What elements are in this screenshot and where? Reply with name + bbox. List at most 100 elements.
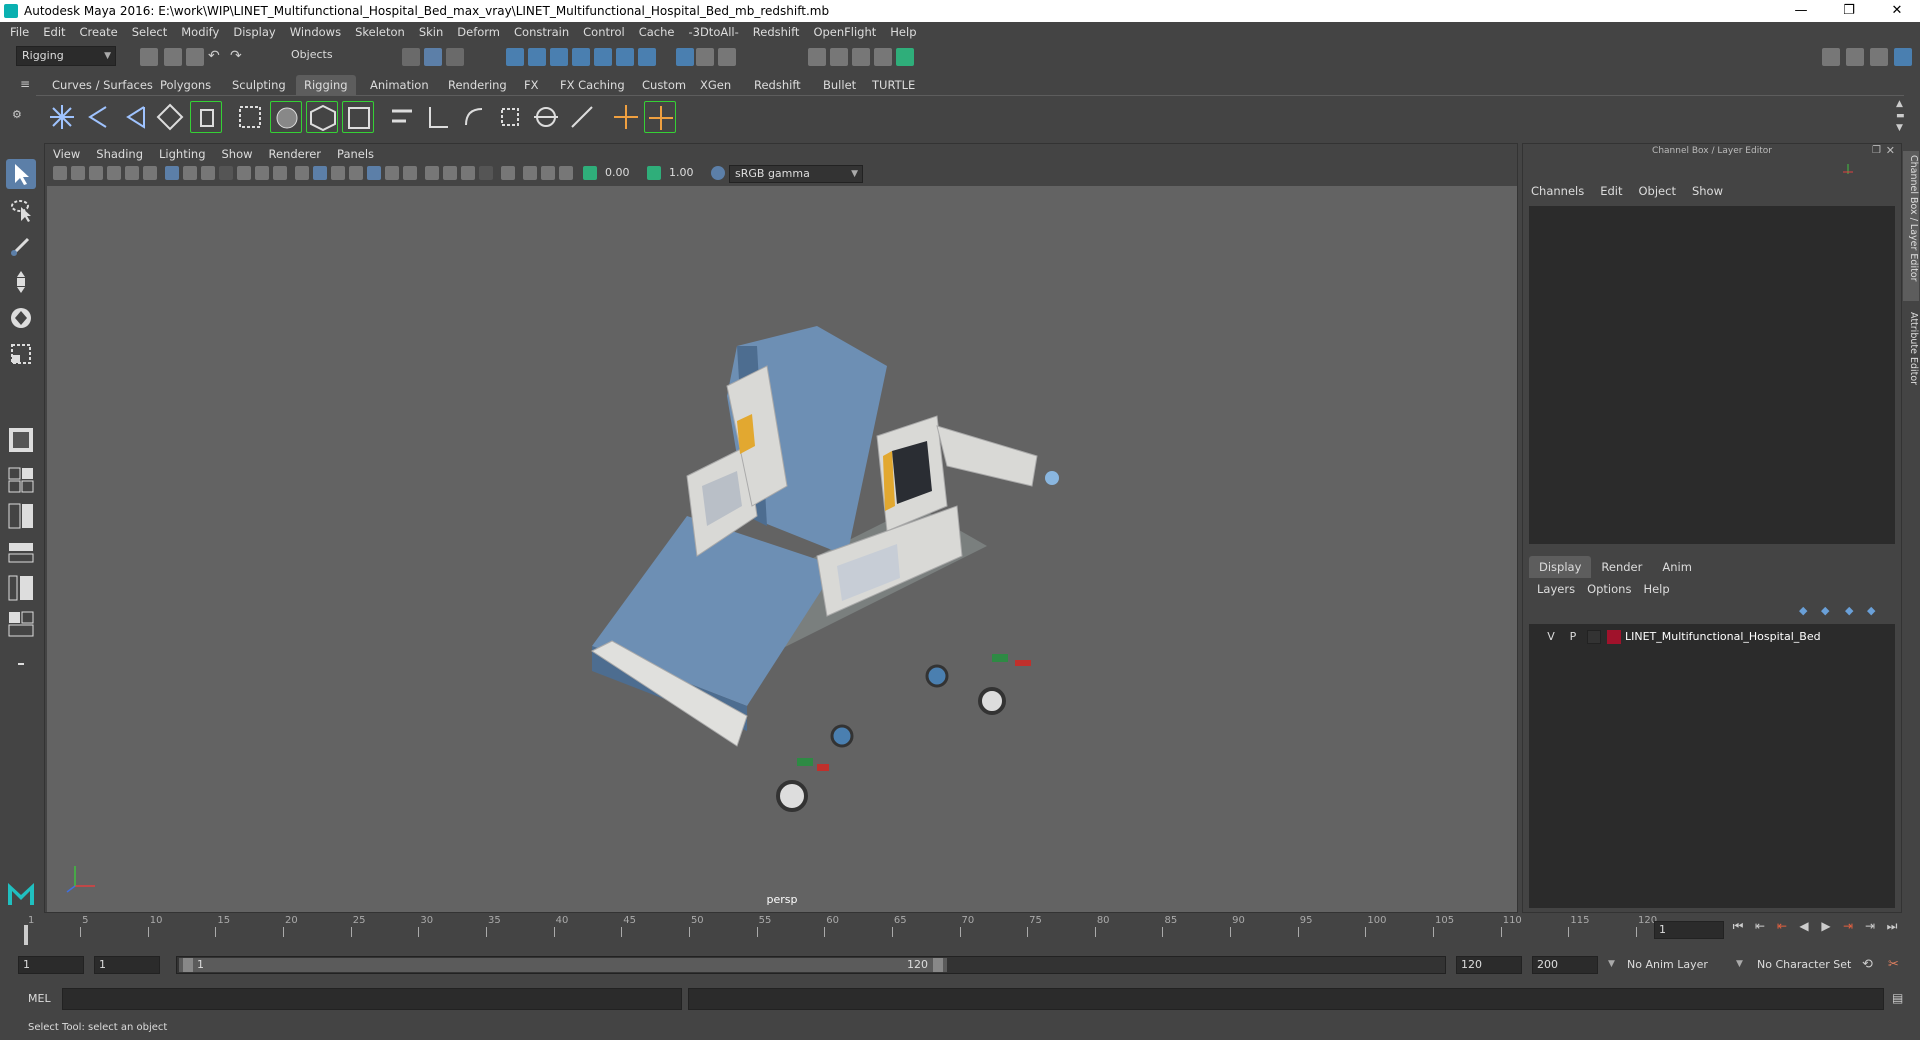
menu-openflight[interactable]: OpenFlight [806, 22, 883, 42]
layer-playback-toggle[interactable]: P [1565, 628, 1581, 646]
hypershade-icon[interactable] [896, 48, 914, 66]
viewport-canvas[interactable]: persp [47, 186, 1517, 912]
select-tool-icon[interactable] [6, 159, 36, 189]
channel-box-area[interactable] [1529, 206, 1895, 544]
tab-attribute-editor[interactable]: Attribute Editor [1903, 308, 1919, 418]
tab-channel-box[interactable]: Channel Box / Layer Editor [1903, 151, 1919, 301]
render-view-icon[interactable] [808, 48, 826, 66]
layout-graph-icon[interactable] [6, 573, 36, 603]
close-panel-icon[interactable]: ✕ [1886, 144, 1895, 157]
toolbox-options-icon[interactable] [6, 649, 36, 679]
channel-box-menu-show[interactable]: Show [1692, 184, 1723, 198]
menu-windows[interactable]: Windows [283, 22, 348, 42]
range-start-handle[interactable] [183, 958, 193, 972]
orient-constraint-icon[interactable] [458, 101, 490, 133]
pole-vector-icon[interactable] [566, 101, 598, 133]
menu-control[interactable]: Control [576, 22, 632, 42]
image-plane-icon[interactable] [107, 166, 121, 180]
mirror-joint-icon[interactable] [154, 101, 186, 133]
point-constraint-icon[interactable] [386, 101, 418, 133]
screen-space-ao-icon[interactable] [425, 166, 439, 180]
rotate-tool-icon[interactable] [6, 303, 36, 333]
menu-create[interactable]: Create [73, 22, 125, 42]
shadows-icon[interactable] [403, 166, 417, 180]
symmetry-icon[interactable] [676, 48, 694, 66]
viewport-menu-view[interactable]: View [45, 144, 88, 164]
safe-title-icon[interactable] [273, 166, 287, 180]
shelf-tab-sculpting[interactable]: Sculpting [224, 75, 294, 95]
camera-select-icon[interactable] [53, 166, 67, 180]
modeling-toolkit-icon[interactable] [1822, 48, 1840, 66]
command-input[interactable] [62, 988, 682, 1010]
layer-tab-anim[interactable]: Anim [1652, 556, 1702, 578]
2d-pan-zoom-icon[interactable] [125, 166, 139, 180]
tool-settings-toggle-icon[interactable] [1870, 48, 1888, 66]
close-button[interactable]: ✕ [1874, 0, 1920, 22]
lock-icon[interactable] [696, 48, 714, 66]
render-frame-icon[interactable] [830, 48, 848, 66]
layout-custom-icon[interactable] [6, 609, 36, 639]
menu-edit[interactable]: Edit [36, 22, 72, 42]
layer-visibility-toggle[interactable]: V [1543, 628, 1559, 646]
playback-start-field[interactable]: 1 [94, 956, 160, 974]
lattice-icon[interactable] [234, 101, 266, 133]
locator-icon[interactable] [610, 101, 642, 133]
shelf-tab-xgen[interactable]: XGen [692, 75, 739, 95]
undo-icon[interactable]: ↶ [208, 48, 226, 66]
viewport-menu-shading[interactable]: Shading [88, 144, 151, 164]
menu-select[interactable]: Select [125, 22, 174, 42]
snap-live-icon[interactable] [616, 48, 634, 66]
color-management-icon[interactable] [711, 166, 725, 180]
character-set-dropdown[interactable]: No Character Set [1752, 956, 1872, 976]
depth-of-field-icon[interactable] [479, 166, 493, 180]
layer-name[interactable]: LINET_Multifunctional_Hospital_Bed [1625, 628, 1821, 646]
color-space-dropdown[interactable]: sRGB gamma ▼ [729, 165, 863, 183]
step-back-key-icon[interactable]: ⇤ [1752, 918, 1768, 934]
shelf-tab-rendering[interactable]: Rendering [440, 75, 515, 95]
show-manipulators-icon[interactable] [1841, 162, 1855, 176]
menu-constrain[interactable]: Constrain [507, 22, 576, 42]
gamma-icon[interactable] [647, 166, 661, 180]
layout-outliner-icon[interactable] [6, 537, 36, 567]
menu-redshift[interactable]: Redshift [746, 22, 807, 42]
film-gate-icon[interactable] [183, 166, 197, 180]
layout-two-icon[interactable] [6, 501, 36, 531]
select-object-icon[interactable] [424, 48, 442, 66]
xray-active-icon[interactable] [541, 166, 555, 180]
grid-toggle-icon[interactable] [165, 166, 179, 180]
shelf-scroll-icon[interactable]: ▲ ▬ ▼ [1896, 98, 1905, 134]
cluster-icon[interactable] [270, 101, 302, 133]
open-scene-icon[interactable] [164, 48, 182, 66]
snap-view-icon[interactable] [594, 48, 612, 66]
menu-3dtoall[interactable]: -3DtoAll- [681, 22, 745, 42]
channel-box-toggle-icon[interactable] [1894, 48, 1912, 66]
channel-box-menu-channels[interactable]: Channels [1531, 184, 1584, 198]
lasso-tool-icon[interactable] [6, 195, 36, 225]
go-to-end-icon[interactable]: ⏭ [1884, 918, 1900, 934]
xray-joints-icon[interactable] [559, 166, 573, 180]
shelf-tab-fx-caching[interactable]: FX Caching [552, 75, 633, 95]
blend-shape-icon[interactable] [342, 101, 374, 133]
command-language-label[interactable]: MEL [28, 992, 51, 1005]
save-scene-icon[interactable] [186, 48, 204, 66]
range-slider[interactable]: 1 120 [176, 956, 1446, 974]
joint-tool-icon[interactable] [46, 101, 78, 133]
step-forward-frame-icon[interactable]: ⇥ [1840, 918, 1856, 934]
default-material-icon[interactable] [331, 166, 345, 180]
paint-select-icon[interactable] [6, 231, 36, 261]
viewport-menu-panels[interactable]: Panels [329, 144, 382, 164]
bind-skin-icon[interactable] [190, 101, 222, 133]
construction-history-icon[interactable] [718, 48, 736, 66]
field-chart-icon[interactable] [237, 166, 251, 180]
go-to-start-icon[interactable]: ⏮ [1730, 918, 1746, 934]
wireframe-icon[interactable] [295, 166, 309, 180]
layer-color-swatch[interactable] [1607, 630, 1621, 644]
chevron-down-icon[interactable]: ▼ [1608, 959, 1615, 969]
layer-display-type[interactable] [1587, 630, 1601, 644]
snap-curve-icon[interactable] [528, 48, 546, 66]
animation-end-field[interactable]: 200 [1532, 956, 1598, 974]
scale-tool-icon[interactable] [6, 339, 36, 369]
render-settings-icon[interactable] [874, 48, 892, 66]
layer-tab-display[interactable]: Display [1529, 556, 1592, 578]
shelf-tab-rigging[interactable]: Rigging [296, 75, 356, 95]
